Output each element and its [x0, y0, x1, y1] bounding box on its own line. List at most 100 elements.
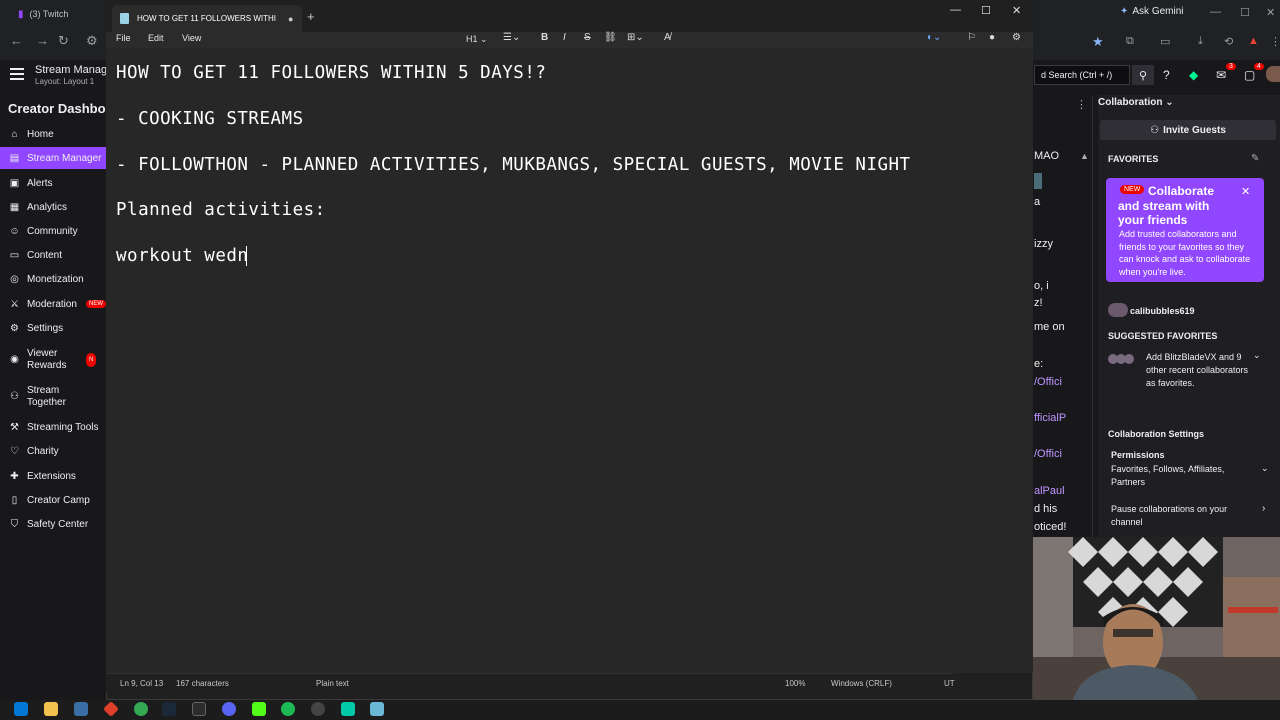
new-tab-icon[interactable]: + — [307, 9, 315, 24]
nav-item-extensions[interactable]: ✚ Extensions — [0, 465, 106, 487]
permissions-value[interactable]: Favorites, Follows, Affiliates, Partners — [1111, 463, 1251, 489]
app-icon[interactable] — [341, 702, 355, 716]
spotify-icon[interactable] — [281, 702, 295, 716]
nav-item-viewer-rewards[interactable]: ◉ Viewer Rewards N — [0, 345, 106, 375]
chevron-down-icon[interactable]: ⌄ — [1253, 350, 1261, 361]
hamburger-menu-icon[interactable] — [10, 68, 24, 80]
site-info-icon[interactable]: ⚙ — [86, 33, 98, 49]
cursor-position: Ln 9, Col 13 — [120, 679, 164, 688]
link-icon[interactable]: ⛓ — [604, 32, 617, 43]
maximize-icon[interactable]: ☐ — [981, 4, 991, 17]
extensions-icon[interactable]: ⧉ — [1126, 35, 1134, 48]
nav-item-community[interactable]: ☺ Community — [0, 220, 106, 242]
invite-guests-button[interactable]: ⚇ Invite Guests — [1100, 120, 1276, 140]
nav-label: Streaming Tools — [27, 421, 99, 433]
kick-icon[interactable] — [252, 702, 266, 716]
reload-icon[interactable]: ↻ — [58, 33, 69, 49]
edit-pencil-icon[interactable]: ✎ — [1251, 153, 1259, 164]
notepad-editor[interactable] — [106, 48, 1033, 673]
nav-item-stream-manager[interactable]: ▤ Stream Manager — [0, 147, 106, 169]
avatar[interactable] — [1266, 66, 1280, 82]
prime-icon[interactable]: ◆ — [1189, 68, 1198, 82]
account-icon[interactable]: ● — [989, 32, 995, 43]
list-icon[interactable]: ☰⌄ — [503, 32, 520, 43]
text-caret — [246, 246, 247, 266]
chat-fragment: izzy — [1034, 238, 1053, 250]
community-icon: ☺ — [9, 225, 20, 237]
search-icon[interactable]: ⚲ — [1132, 65, 1154, 85]
windows-start-icon[interactable] — [14, 702, 28, 716]
ask-gemini-button[interactable]: ✦ Ask Gemini — [1120, 6, 1184, 17]
more-options-icon[interactable]: ⋮ — [1076, 98, 1087, 111]
obs-icon[interactable] — [311, 702, 325, 716]
back-icon[interactable]: ← — [10, 33, 23, 48]
nav-item-creator-camp[interactable]: ▯ Creator Camp — [0, 489, 106, 511]
history-icon[interactable]: ⟲ — [1224, 35, 1233, 48]
browser-minimize-icon[interactable]: — — [1210, 6, 1221, 18]
file-explorer-icon[interactable] — [44, 702, 58, 716]
search-input[interactable]: d Search (Ctrl + /) — [1034, 65, 1130, 85]
notepad-tab[interactable]: HOW TO GET 11 FOLLOWERS WITHI ● — [112, 5, 302, 32]
profile-icon[interactable]: ▲ — [1248, 35, 1259, 47]
unsaved-dot-icon[interactable]: ● — [288, 14, 293, 24]
steam-icon[interactable] — [162, 702, 176, 716]
nav-item-home[interactable]: ⌂ Home — [0, 123, 106, 145]
editor-line: - FOLLOWTHON - PLANNED ACTIVITIES, MUKBA… — [116, 155, 911, 175]
browser-close-icon[interactable]: ✕ — [1266, 6, 1275, 19]
table-icon[interactable]: ⊞⌄ — [627, 32, 644, 43]
feedback-icon[interactable]: ⚐ — [967, 32, 976, 43]
app-icon[interactable] — [192, 702, 206, 716]
nav-item-moderation[interactable]: ⚔ Moderation NEW — [0, 293, 106, 315]
forward-icon[interactable]: → — [36, 33, 49, 48]
nav-item-settings[interactable]: ⚙ Settings — [0, 317, 106, 339]
nav-item-streaming-tools[interactable]: ⚒ Streaming Tools — [0, 416, 106, 438]
help-icon[interactable]: ? — [1163, 68, 1170, 82]
nav-item-content[interactable]: ▭ Content — [0, 244, 106, 266]
text-format[interactable]: Plain text — [316, 679, 349, 688]
menu-icon[interactable]: ⋮ — [1270, 35, 1280, 48]
nav-item-alerts[interactable]: ▣ Alerts — [0, 172, 106, 194]
nav-label: Safety Center — [27, 518, 89, 530]
clear-formatting-icon[interactable]: A̸ — [664, 32, 671, 43]
italic-icon[interactable]: I — [563, 32, 566, 43]
favorite-user-name[interactable]: calibubbles619 — [1130, 306, 1195, 316]
nav-item-monetization[interactable]: ◎ Monetization — [0, 268, 106, 290]
close-icon[interactable]: ✕ — [1012, 4, 1021, 17]
inbox-icon[interactable]: ✉ — [1216, 68, 1226, 82]
chrome-icon[interactable] — [134, 702, 148, 716]
chat-fragment: d his — [1034, 503, 1058, 515]
chevron-down-icon[interactable]: ⌄ — [1261, 463, 1269, 474]
nav-item-safety-center[interactable]: ⛉ Safety Center — [0, 513, 106, 535]
nav-label: Viewer Rewards — [27, 348, 67, 371]
nav-item-stream-together[interactable]: ⚇ Stream Together — [0, 382, 106, 412]
chevron-right-icon[interactable]: › — [1262, 503, 1265, 514]
menu-edit[interactable]: Edit — [148, 33, 164, 43]
bold-icon[interactable]: B — [541, 32, 548, 43]
bookmark-star-icon[interactable]: ★ — [1092, 34, 1104, 50]
store-icon[interactable] — [74, 702, 88, 716]
download-icon[interactable]: ⤓ — [1198, 35, 1203, 48]
minimize-icon[interactable]: — — [950, 4, 961, 16]
discord-icon[interactable] — [222, 702, 236, 716]
menu-file[interactable]: File — [116, 33, 131, 43]
layout-label[interactable]: Layout: Layout 1 — [35, 77, 94, 86]
arrow-up-icon[interactable]: ▲ — [1080, 151, 1089, 161]
collaboration-title[interactable]: Collaboration ⌄ — [1098, 97, 1174, 108]
pause-collaborations-link[interactable]: Pause collaborations on your channel — [1111, 503, 1251, 529]
notepad-taskbar-icon[interactable] — [370, 702, 384, 716]
cast-icon[interactable]: ▭ — [1160, 35, 1170, 48]
close-icon[interactable]: ✕ — [1241, 185, 1250, 198]
nav-item-charity[interactable]: ♡ Charity — [0, 440, 106, 462]
menu-view[interactable]: View — [182, 33, 201, 43]
zoom-level[interactable]: 100% — [785, 679, 805, 688]
nav-item-analytics[interactable]: ▦ Analytics — [0, 196, 106, 218]
browser-maximize-icon[interactable]: ☐ — [1240, 6, 1250, 19]
line-ending[interactable]: Windows (CRLF) — [831, 679, 892, 688]
heading-dropdown[interactable]: H1 ⌄ — [466, 34, 488, 45]
strikethrough-icon[interactable]: S — [584, 32, 591, 43]
copilot-icon[interactable]: ◐⌄ — [927, 32, 941, 43]
whispers-icon[interactable]: ▢ — [1244, 68, 1255, 82]
encoding[interactable]: UT — [944, 679, 955, 688]
ask-gemini-label: Ask Gemini — [1132, 6, 1184, 17]
settings-icon[interactable]: ⚙ — [1012, 32, 1021, 43]
